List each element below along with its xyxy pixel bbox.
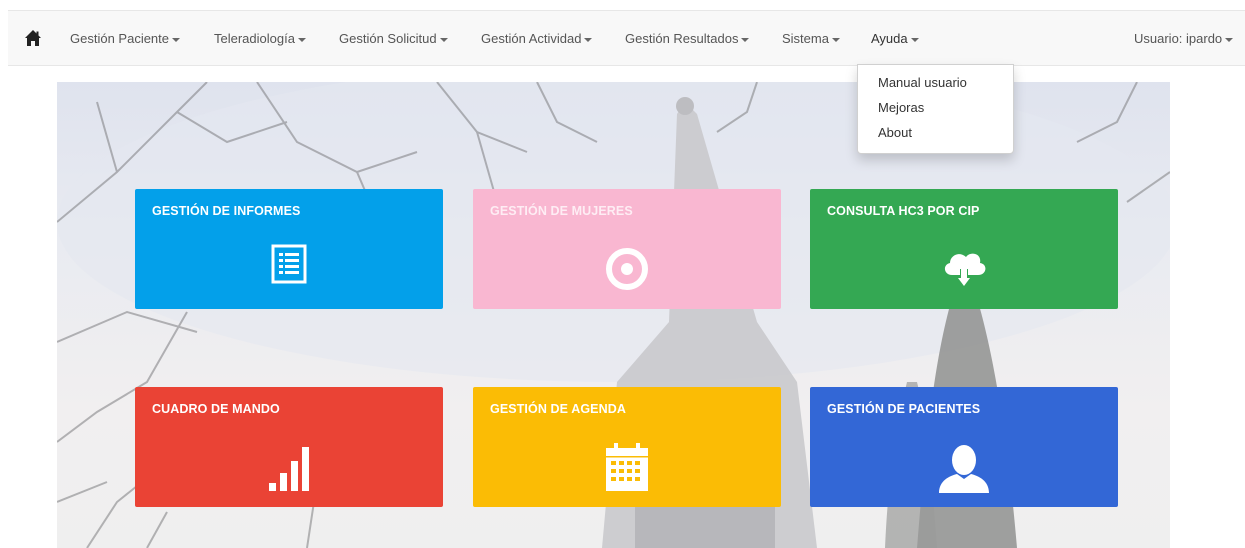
nav-gestion-resultados[interactable]: Gestión Resultados	[625, 11, 750, 65]
list-icon	[271, 244, 307, 289]
nav-label: Ayuda	[871, 31, 908, 46]
menu-item-mejoras[interactable]: Mejoras	[878, 100, 924, 115]
cloud-download-icon	[940, 247, 988, 296]
nav-gestion-actividad[interactable]: Gestión Actividad	[481, 11, 593, 65]
caret-down-icon	[297, 37, 306, 42]
caret-down-icon	[172, 37, 181, 42]
top-navbar: Gestión Paciente Teleradiología Gestión …	[8, 10, 1245, 66]
tile-title: GESTIÓN DE AGENDA	[490, 402, 626, 416]
nav-label: Teleradiología	[214, 31, 295, 46]
menu-item-about[interactable]: About	[878, 125, 912, 140]
caret-down-icon	[910, 37, 919, 42]
tile-consulta-hc3[interactable]: CONSULTA HC3 POR CIP	[810, 189, 1118, 309]
nav-label: Gestión Resultados	[625, 31, 739, 46]
tile-title: GESTIÓN DE INFORMES	[152, 204, 301, 218]
caret-down-icon	[439, 37, 448, 42]
tile-title: GESTIÓN DE MUJERES	[490, 204, 633, 218]
page: Gestión Paciente Teleradiología Gestión …	[0, 0, 1245, 548]
user-icon	[937, 443, 991, 500]
help-dropdown-menu: Manual usuario Mejoras About	[857, 64, 1014, 154]
nav-teleradiologia[interactable]: Teleradiología	[214, 11, 306, 65]
tile-title: CONSULTA HC3 POR CIP	[827, 204, 980, 218]
nav-user-menu[interactable]: Usuario: ipardo	[1134, 11, 1234, 65]
nav-ayuda[interactable]: Ayuda	[871, 11, 919, 65]
tile-title: CUADRO DE MANDO	[152, 402, 280, 416]
home-icon[interactable]	[24, 29, 42, 47]
nav-label: Gestión Paciente	[70, 31, 170, 46]
caret-down-icon	[1225, 37, 1234, 42]
tile-gestion-pacientes[interactable]: GESTIÓN DE PACIENTES	[810, 387, 1118, 507]
menu-item-manual-usuario[interactable]: Manual usuario	[878, 75, 967, 90]
user-label: Usuario: ipardo	[1134, 31, 1223, 46]
tile-gestion-agenda[interactable]: GESTIÓN DE AGENDA	[473, 387, 781, 507]
nav-label: Gestión Solicitud	[339, 31, 437, 46]
nav-label: Gestión Actividad	[481, 31, 582, 46]
tile-gestion-informes[interactable]: GESTIÓN DE INFORMES	[135, 189, 443, 309]
tile-title: GESTIÓN DE PACIENTES	[827, 402, 981, 416]
tile-cuadro-mando[interactable]: CUADRO DE MANDO	[135, 387, 443, 507]
signal-bars-icon	[267, 443, 311, 498]
nav-gestion-solicitud[interactable]: Gestión Solicitud	[339, 11, 448, 65]
caret-down-icon	[831, 37, 840, 42]
nav-gestion-paciente[interactable]: Gestión Paciente	[70, 11, 181, 65]
tile-gestion-mujeres[interactable]: GESTIÓN DE MUJERES	[473, 189, 781, 309]
nav-label: Sistema	[782, 31, 829, 46]
calendar-icon	[603, 441, 651, 498]
caret-down-icon	[741, 37, 750, 42]
caret-down-icon	[584, 37, 593, 42]
target-icon	[605, 247, 649, 296]
nav-sistema[interactable]: Sistema	[782, 11, 840, 65]
